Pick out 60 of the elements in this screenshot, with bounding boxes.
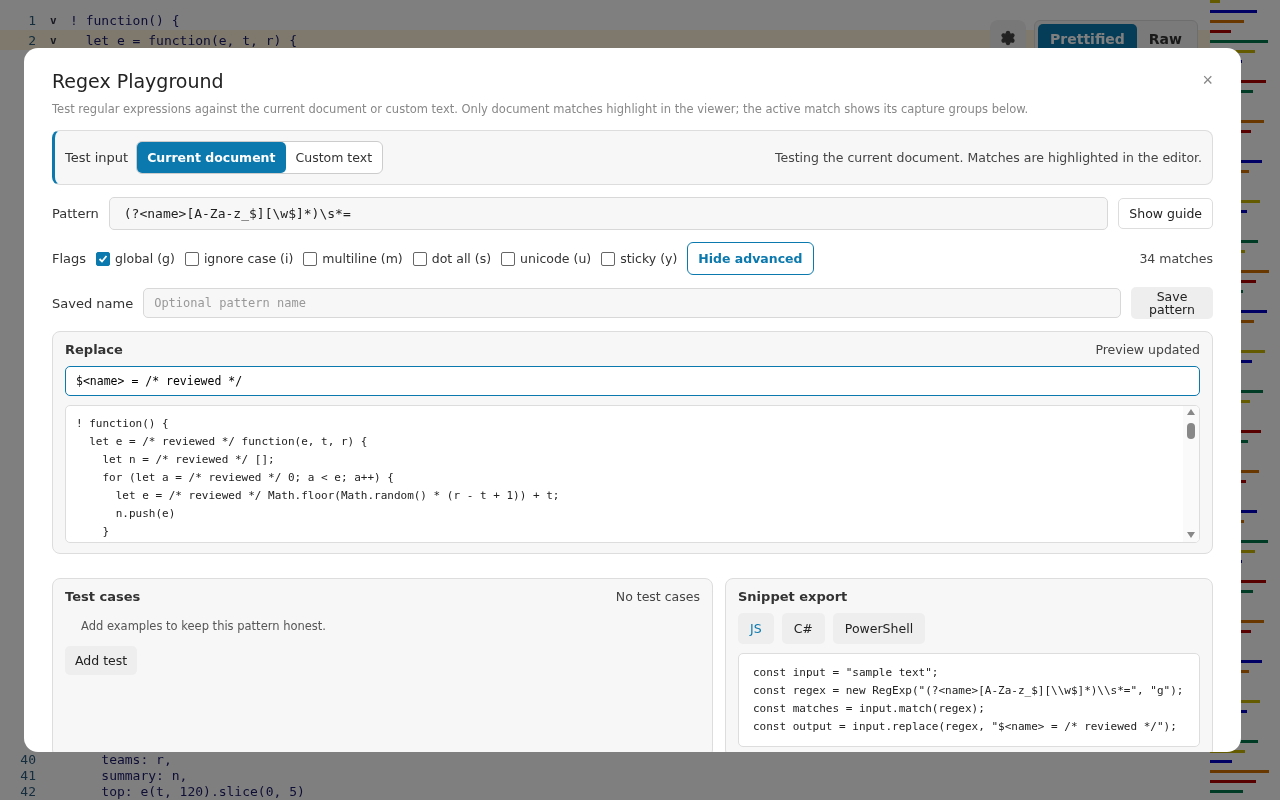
preview-line: let e = /* reviewed */ Math.floor(Math.random() * (r - t + 1)) + t; [114,488,561,505]
code-line: summary: n, [100,766,188,784]
flag-checkbox[interactable]: dot all (s) [412,251,492,266]
pattern-field[interactable]: (?<name>[A-Za-z_$][\w$]*)\s*= [108,197,1109,230]
line-number: 1 [27,12,37,28]
line-number: 2 [27,32,37,48]
close-button[interactable]: × [1202,70,1213,91]
status-text: Preview updated [1095,342,1200,358]
fold-toggle[interactable]: v [50,13,70,27]
name-field[interactable]: Optional pattern name [143,288,1121,319]
preview-line: let e = /* reviewed */ function(e, t, r) { [88,434,369,451]
replace-field[interactable]: $<name> = /* reviewed */ [65,366,1200,397]
empty-message: Add examples to keep this pattern honest. [81,619,327,634]
field-label: Flags [52,251,87,266]
preview-line: n.push(e) [114,506,177,523]
hide-advanced-button[interactable]: Hide advanced [687,242,814,275]
status-text: No test cases [615,589,700,605]
field-label: Test input [65,150,129,165]
panel-title: Snippet export [738,589,849,605]
code-line: teams: r, [100,750,172,768]
line-number: 42 [19,782,37,800]
language-tab[interactable]: C# [781,613,825,645]
language-tab[interactable]: JS [738,613,774,645]
flag-checkbox[interactable]: unicode (u) [501,251,592,266]
language-tab[interactable]: PowerShell [832,613,926,645]
code-line: const output = input.replace(regex, "$<name> = /* reviewed */"); [753,719,1178,736]
dialog-title: Regex Playground [52,70,224,92]
flag-checkbox[interactable]: ignore case (i) [184,251,294,266]
code-line: top: e(t, 120).slice(0, 5) [100,783,305,800]
preview-line: for (let a = /* reviewed */ 0; a < e; a++) { [101,470,395,487]
preview-line: ! function() { [76,416,170,433]
code-line: const matches = input.match(regex); [753,701,986,718]
flag-checkbox[interactable]: global (g) [96,251,175,266]
view-toggle[interactable]: Raw [1136,24,1194,54]
show-guide-button[interactable]: Show guide [1118,198,1213,229]
scrollbar[interactable] [1183,406,1199,543]
code-line: const regex = new RegExp("(?<name>[A-Za-z_$][\\w$]*)\\s*=", "g"); [753,683,1185,700]
line-number: 41 [19,766,37,784]
status-text: Testing the current document. Matches are highlighted in the editor. [775,150,1202,165]
code-line: ! function() { [70,12,180,28]
source-toggle[interactable]: Custom text [285,142,383,173]
code-line: let e = function(e, t, r) { [84,32,297,48]
gear-icon [1000,30,1017,46]
preview-line: } [101,524,111,541]
field-label: Pattern [52,206,99,221]
save-pattern-button[interactable]: Save pattern [1131,287,1213,320]
field-label: Saved name [52,295,134,311]
fold-toggle[interactable]: v [50,33,70,47]
check-icon [98,253,109,264]
panel-title: Replace [65,342,123,358]
panel-title: Test cases [65,589,141,605]
source-toggle[interactable]: Current document [137,142,286,173]
add-test-button[interactable]: Add test [65,646,138,676]
dialog-description: Test regular expressions against the current document or custom text. Only document matches highlight in the viewer; the active match shows its capture groups below. [52,102,1030,116]
match-count: 34 matches [1139,251,1213,266]
flag-checkbox[interactable]: multiline (m) [303,251,403,266]
preview-line: let n = /* reviewed */ []; [101,452,276,469]
flag-checkbox[interactable]: sticky (y) [601,251,678,266]
code-line: const input = "sample text"; [753,665,940,682]
line-number: 40 [19,750,37,768]
